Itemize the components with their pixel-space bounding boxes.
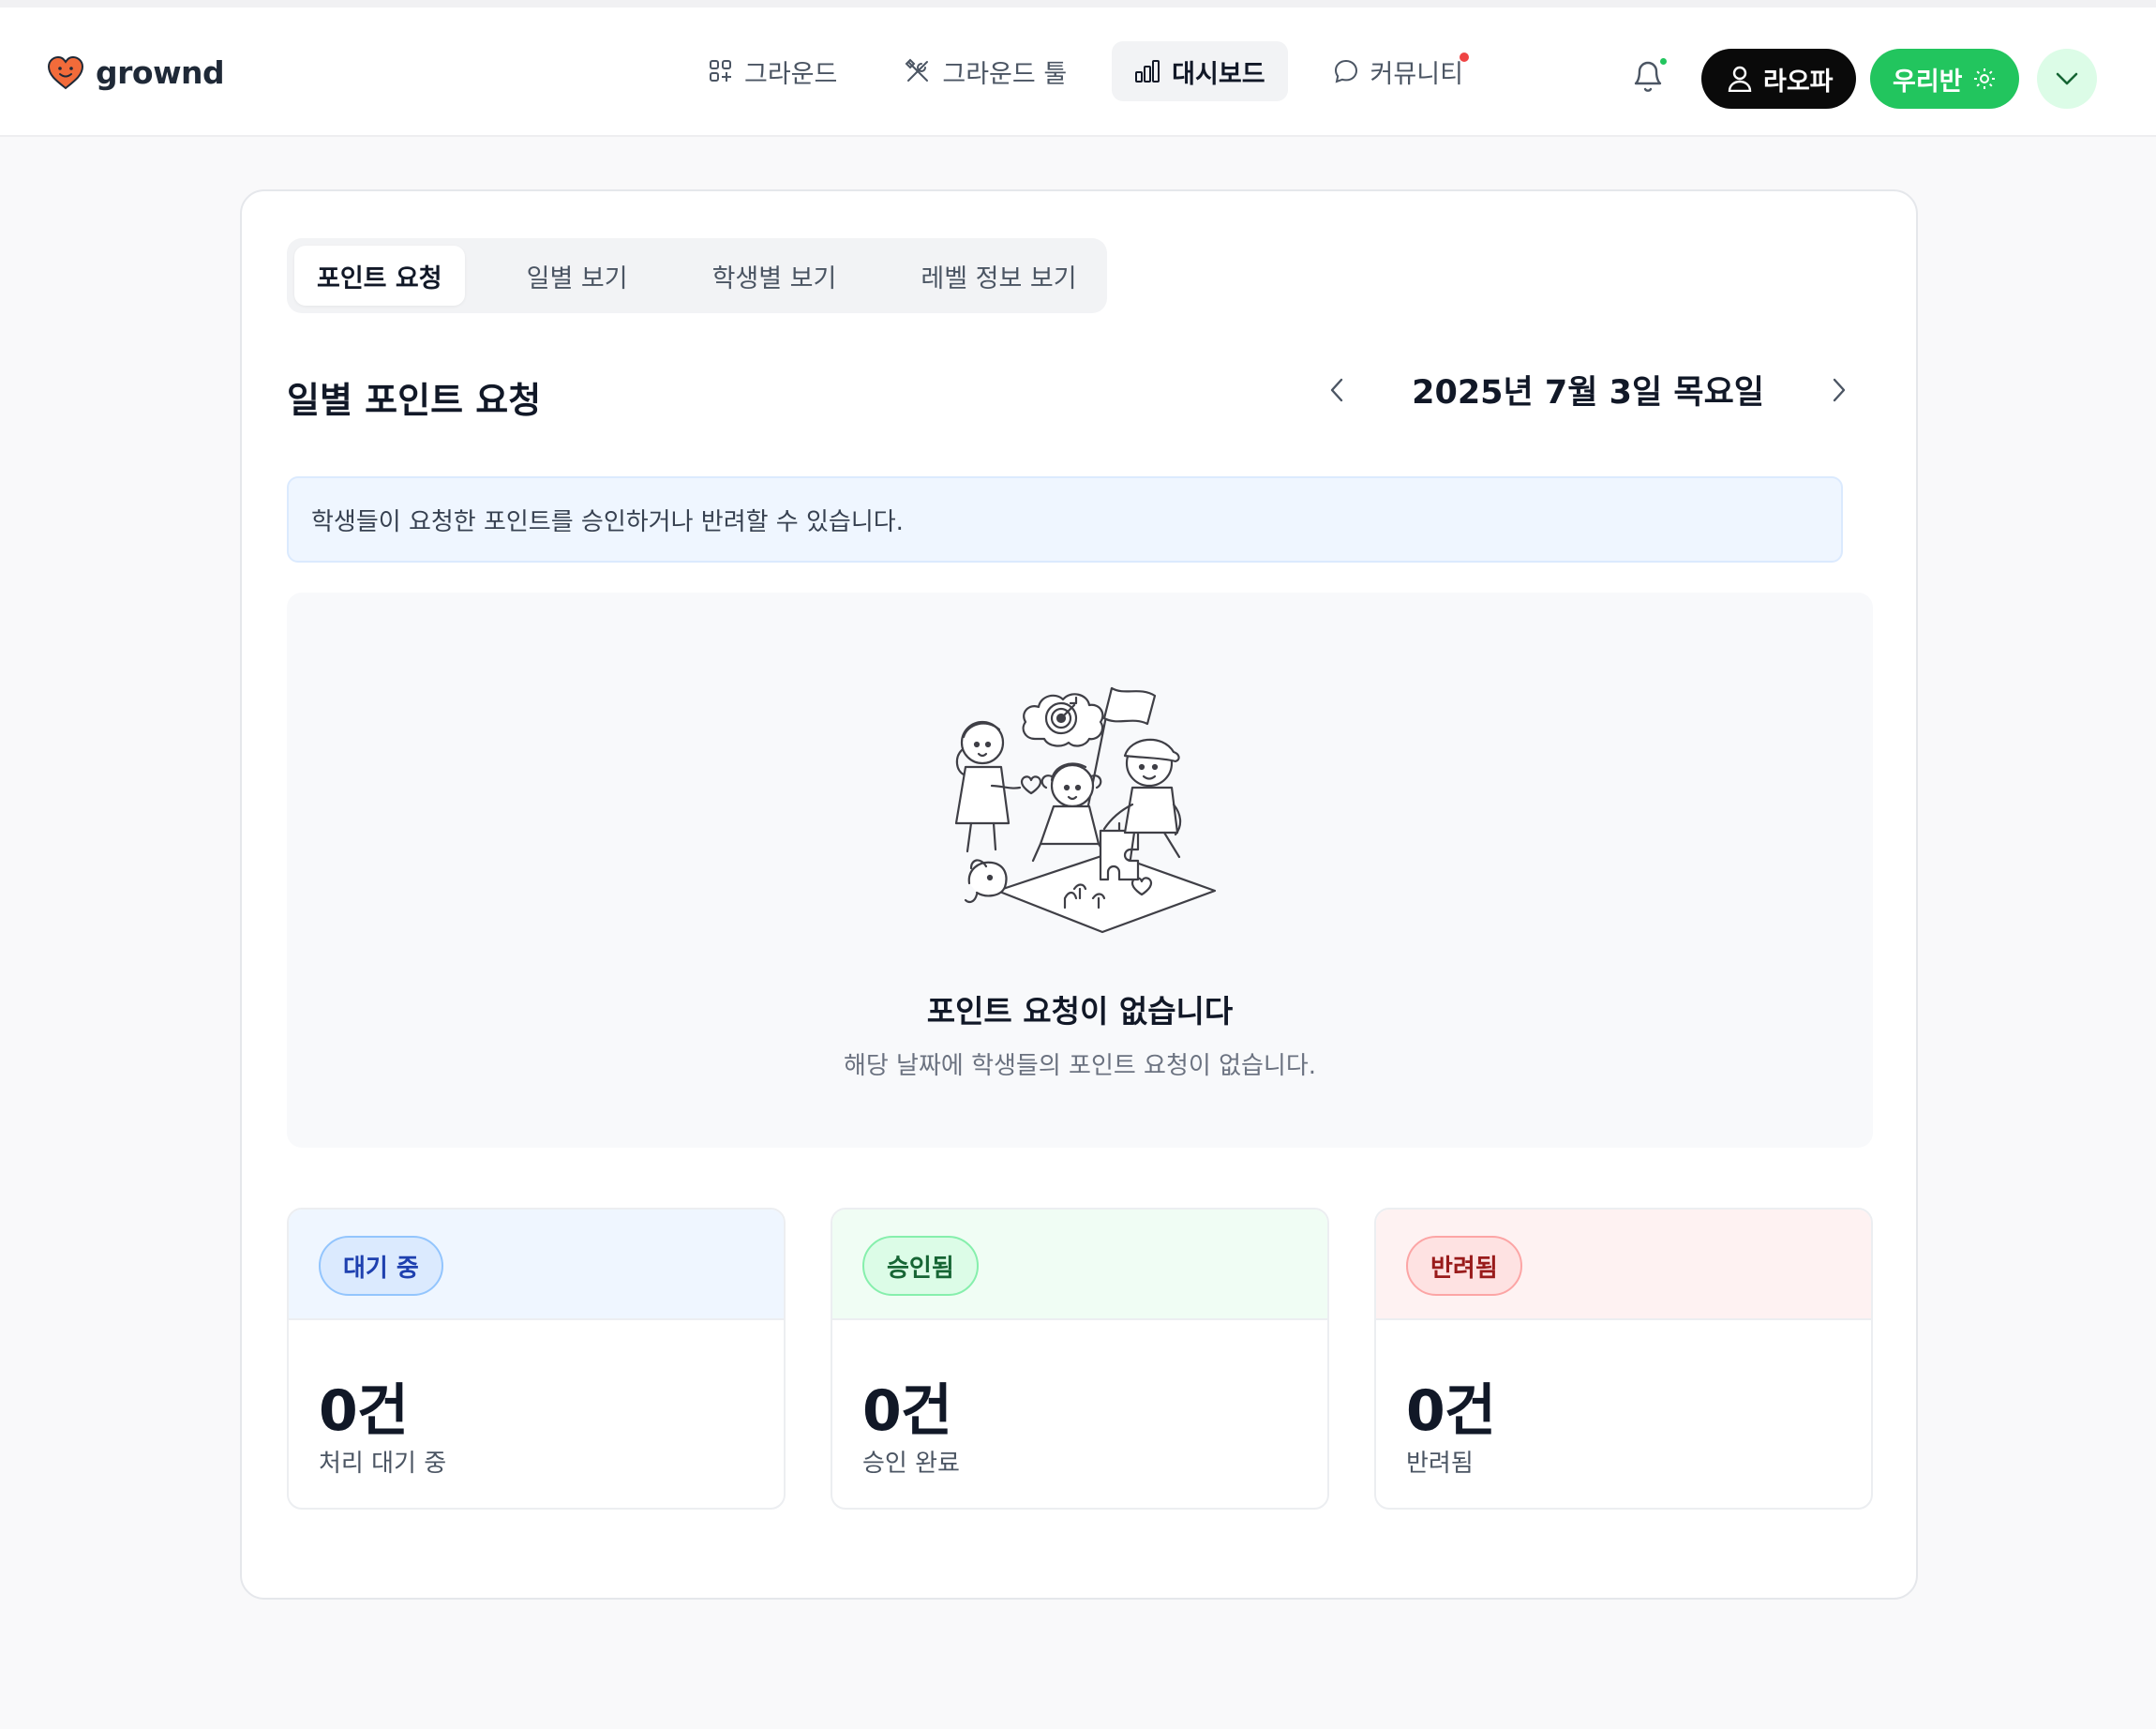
bar-chart-icon <box>1135 60 1160 83</box>
empty-state-title: 포인트 요청이 없습니다 <box>926 993 1234 1030</box>
stat-label: 처리 대기 중 <box>319 1450 447 1478</box>
chevron-left-icon <box>1330 378 1343 401</box>
page-title: 일별 포인트 요청 <box>287 380 542 421</box>
user-profile-button[interactable]: 라오파 <box>1701 49 1856 109</box>
nav-item-dashboard[interactable]: 대시보드 <box>1112 41 1288 101</box>
chevron-down-icon <box>2056 72 2078 85</box>
stat-card-rejected: 반려됨 0건 반려됨 <box>1374 1208 1873 1510</box>
class-settings-button[interactable]: 우리반 <box>1870 49 2019 109</box>
top-navigation-bar: grownd 그라운드 그라운드 툴 대시보드 커뮤니티 라오파 우리반 <box>0 0 2156 137</box>
main-card: 포인트 요청 일별 보기 학생별 보기 레벨 정보 보기 일별 포인트 요청 2… <box>240 189 1918 1600</box>
user-name: 라오파 <box>1763 67 1834 97</box>
nav-item-community[interactable]: 커뮤니티 <box>1310 41 1486 101</box>
date-navigator: 2025년 7월 3일 목요일 <box>1318 366 1858 413</box>
status-badge: 대기 중 <box>319 1236 443 1296</box>
notification-dot <box>1459 53 1469 62</box>
notifications-button[interactable] <box>1631 56 1669 99</box>
status-badge: 반려됨 <box>1406 1236 1522 1296</box>
grid-plus-icon <box>710 60 731 82</box>
empty-state: 포인트 요청이 없습니다 해당 날짜에 학생들의 포인트 요청이 없습니다. <box>287 593 1873 1148</box>
user-icon <box>1728 66 1752 92</box>
kids-playing-illustration <box>954 686 1217 934</box>
stat-count: 0건 <box>319 1378 409 1444</box>
tab-student-view[interactable]: 학생별 보기 <box>690 246 860 306</box>
stat-count: 0건 <box>862 1378 952 1444</box>
previous-day-button[interactable] <box>1318 371 1355 409</box>
stat-card-pending: 대기 중 0건 처리 대기 중 <box>287 1208 786 1510</box>
gear-icon <box>1973 68 1995 89</box>
nav-item-label: 그라운드 <box>744 59 838 89</box>
tab-bar: 포인트 요청 일별 보기 학생별 보기 레벨 정보 보기 <box>287 238 1107 313</box>
main-nav: 그라운드 그라운드 툴 대시보드 커뮤니티 <box>686 41 1486 101</box>
stat-label: 반려됨 <box>1406 1450 1474 1478</box>
logo[interactable]: grownd <box>47 54 225 91</box>
info-banner: 학생들이 요청한 포인트를 승인하거나 반려할 수 있습니다. <box>287 476 1843 563</box>
stat-label: 승인 완료 <box>862 1450 960 1478</box>
current-date: 2025년 7월 3일 목요일 <box>1412 374 1764 412</box>
stat-card-approved: 승인됨 0건 승인 완료 <box>831 1208 1329 1510</box>
tools-icon <box>905 58 929 82</box>
logo-text: grownd <box>96 54 225 91</box>
nav-item-ground[interactable]: 그라운드 <box>686 41 860 101</box>
nav-item-label: 대시보드 <box>1172 59 1265 89</box>
next-day-button[interactable] <box>1820 371 1858 409</box>
stat-count: 0건 <box>1406 1378 1496 1444</box>
chevron-right-icon <box>1833 378 1846 401</box>
status-badge: 승인됨 <box>862 1236 979 1296</box>
nav-item-ground-tools[interactable]: 그라운드 툴 <box>882 41 1089 101</box>
tab-daily-view[interactable]: 일별 보기 <box>504 246 651 306</box>
tab-level-info[interactable]: 레벨 정보 보기 <box>898 246 1099 306</box>
class-name: 우리반 <box>1893 67 1963 97</box>
chat-bubble-icon <box>1334 59 1357 83</box>
tab-point-requests[interactable]: 포인트 요청 <box>294 246 465 306</box>
nav-item-label: 커뮤니티 <box>1370 59 1463 89</box>
status-dot <box>1658 56 1669 67</box>
nav-item-label: 그라운드 툴 <box>942 59 1068 89</box>
empty-state-subtitle: 해당 날짜에 학생들의 포인트 요청이 없습니다. <box>843 1052 1317 1080</box>
expand-menu-button[interactable] <box>2037 49 2097 109</box>
heart-logo-icon <box>47 55 84 89</box>
